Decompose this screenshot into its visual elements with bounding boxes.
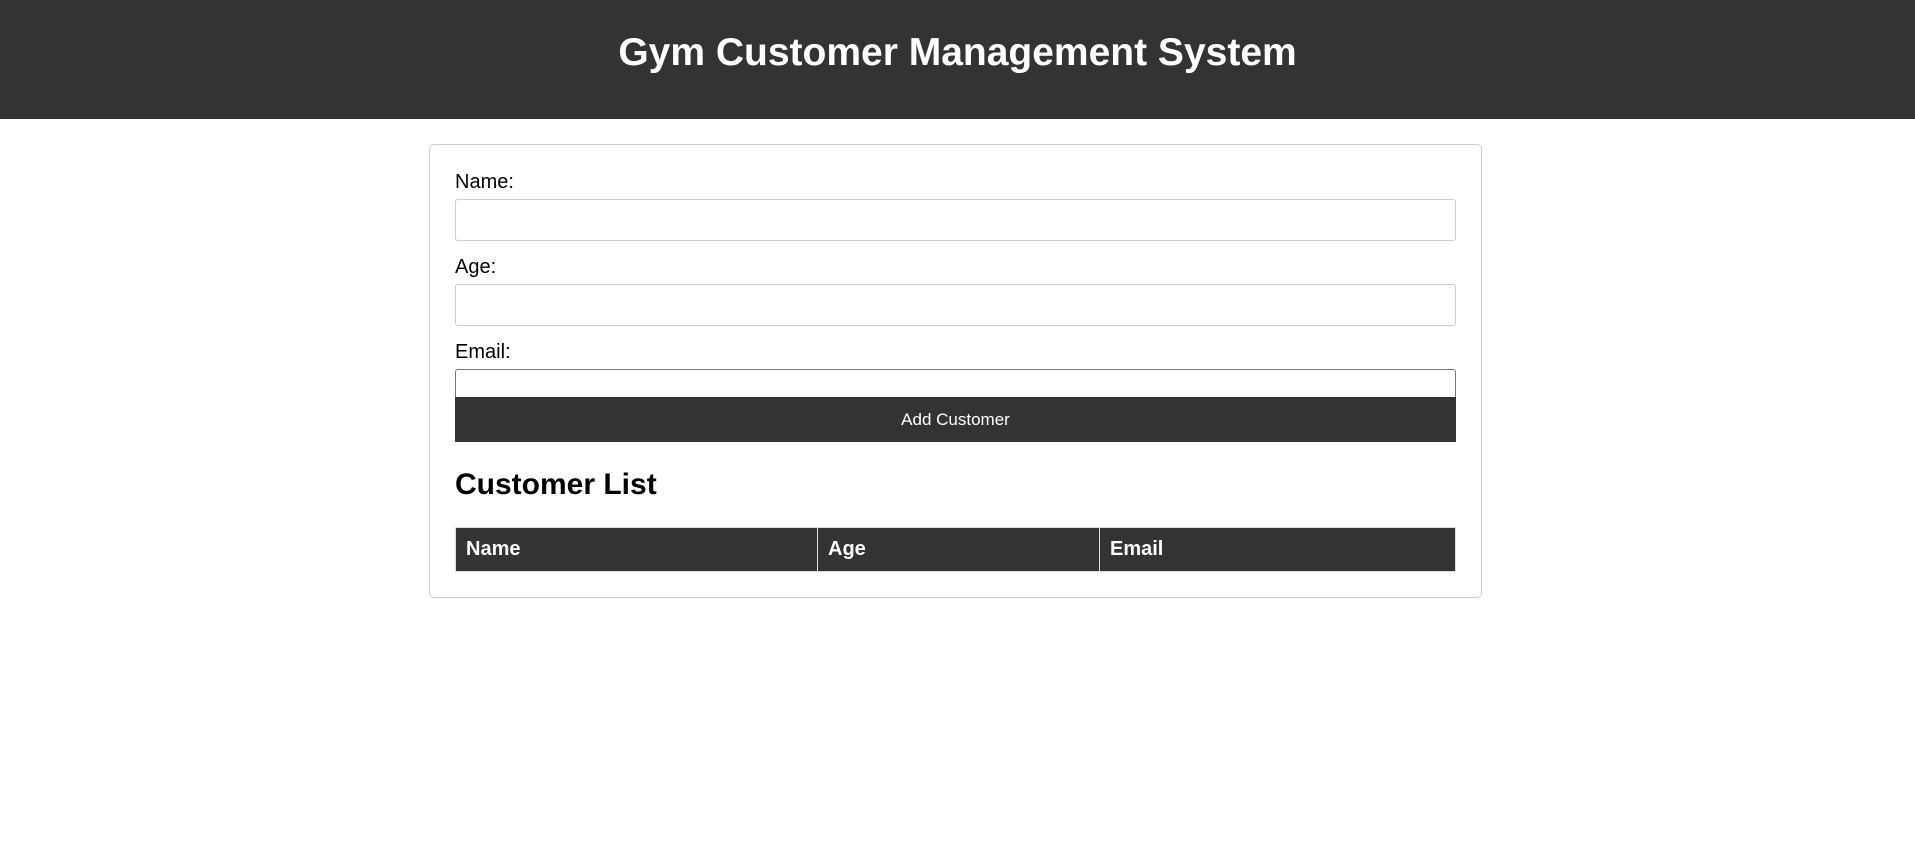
page-title: Gym Customer Management System — [618, 30, 1297, 74]
age-label: Age: — [455, 256, 497, 278]
app-header: Gym Customer Management System — [0, 0, 1915, 119]
table-header-row: Name Age Email — [455, 527, 1456, 572]
name-label: Name: — [455, 171, 514, 193]
customer-form-card: Name: Age: Email: Add Customer Customer … — [429, 144, 1482, 598]
customer-list-title: Customer List — [455, 468, 657, 501]
age-input[interactable] — [455, 284, 1456, 326]
add-customer-button[interactable]: Add Customer — [455, 397, 1456, 442]
email-input[interactable] — [455, 369, 1456, 397]
column-header-name: Name — [455, 527, 818, 572]
customer-table: Name Age Email — [455, 527, 1456, 572]
email-label: Email: — [455, 341, 511, 363]
column-header-email: Email — [1099, 527, 1456, 572]
column-header-age: Age — [817, 527, 1100, 572]
name-input[interactable] — [455, 199, 1456, 241]
add-customer-form: Name: Age: Email: Add Customer — [455, 170, 1456, 442]
